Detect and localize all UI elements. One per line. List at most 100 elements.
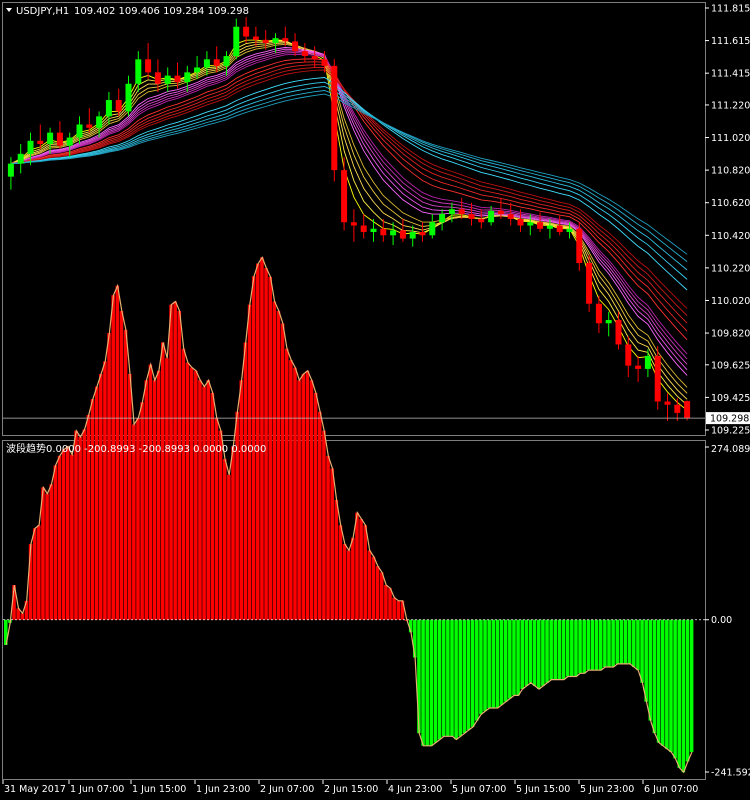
indicator-readout: 0.0000 -200.8993 -200.8993 0.0000 0.0000 xyxy=(46,444,266,455)
histogram-bar xyxy=(660,619,665,746)
histogram-bar xyxy=(379,572,384,620)
histogram-bar xyxy=(57,455,62,620)
histogram-bar xyxy=(590,619,595,671)
histogram-bar xyxy=(586,619,591,671)
time-tick-label: 2 Jun 15:00 xyxy=(324,784,378,795)
histogram-bar xyxy=(239,380,244,620)
histogram-bar xyxy=(359,518,363,620)
histogram-bar xyxy=(632,619,636,668)
time-tick-label: 6 Jun 07:00 xyxy=(644,784,698,795)
candle-body xyxy=(527,222,534,226)
histogram-bar xyxy=(462,619,467,734)
histogram-bar xyxy=(346,550,351,620)
time-tick-label: 1 Jun 23:00 xyxy=(196,784,250,795)
current-price-label: 109.298 xyxy=(710,414,749,425)
histogram-bar xyxy=(570,619,574,677)
price-tick-label: 111.615 xyxy=(711,36,750,47)
candle-body xyxy=(262,39,269,44)
histogram-bar xyxy=(503,619,508,702)
histogram-bar xyxy=(206,380,210,620)
candle-body xyxy=(37,140,44,145)
candle-body xyxy=(537,222,544,229)
candle-body xyxy=(174,75,181,83)
candle-body xyxy=(135,59,142,84)
price-tick-label: 109.225 xyxy=(711,426,750,437)
histogram-bar xyxy=(450,619,454,737)
histogram-bar xyxy=(541,619,545,686)
price-tick-label: 110.820 xyxy=(711,166,750,177)
candle-body xyxy=(556,225,563,233)
histogram-bar xyxy=(392,597,396,620)
histogram-bar xyxy=(165,358,169,620)
histogram-bar xyxy=(561,619,566,680)
histogram-bar xyxy=(495,619,500,708)
histogram-bar xyxy=(247,304,252,620)
ohlc-readout: 109.402 109.406 109.284 109.298 xyxy=(74,6,249,17)
histogram-bar xyxy=(578,619,582,674)
candle-body xyxy=(468,214,475,219)
candle-body xyxy=(419,232,426,236)
histogram-bar xyxy=(82,429,87,620)
price-tick-label: 110.020 xyxy=(711,296,750,307)
candle-body xyxy=(331,65,338,171)
histogram-bar xyxy=(152,380,157,620)
histogram-bar xyxy=(309,380,314,620)
candle-body xyxy=(370,228,377,233)
triangle-down-icon[interactable] xyxy=(6,8,12,12)
candle-body xyxy=(164,75,171,84)
histogram-bar xyxy=(103,361,107,620)
candle-body xyxy=(96,116,103,128)
price-tick-label: 111.020 xyxy=(711,133,750,144)
ma-line-18 xyxy=(10,61,688,332)
candle-body xyxy=(458,209,465,215)
histogram-bar xyxy=(388,588,392,620)
histogram-bar xyxy=(677,619,682,768)
histogram-bar xyxy=(148,364,153,620)
indicator-tick-label: -241.5926 xyxy=(711,768,750,779)
time-tick-label: 5 Jun 07:00 xyxy=(452,784,506,795)
price-tick-label: 111.415 xyxy=(711,69,750,80)
histogram-bar xyxy=(177,310,182,620)
histogram-bar xyxy=(532,619,537,686)
candle-body xyxy=(223,56,230,66)
histogram-bar xyxy=(557,619,562,680)
histogram-bar xyxy=(297,380,301,620)
histogram-bar xyxy=(446,619,450,737)
histogram-bar xyxy=(433,619,438,743)
histogram-bar xyxy=(156,370,161,620)
indicator-title: 波段趋势 xyxy=(6,442,46,455)
candle-body xyxy=(360,225,367,233)
histogram-bar xyxy=(326,455,330,620)
histogram-bar xyxy=(342,544,347,620)
time-tick-label: 5 Jun 15:00 xyxy=(516,784,570,795)
histogram-bar xyxy=(545,619,549,683)
candle-body xyxy=(17,153,24,164)
histogram-bar xyxy=(49,484,53,620)
histogram-bar xyxy=(615,619,620,664)
histogram-bar xyxy=(644,619,648,702)
histogram-bar xyxy=(169,304,173,620)
price-tick-label: 110.420 xyxy=(711,231,750,242)
histogram-bar xyxy=(32,528,37,620)
histogram-bar xyxy=(673,619,677,759)
histogram-bar xyxy=(355,512,359,620)
price-tick-label: 111.220 xyxy=(711,100,750,111)
candle-body xyxy=(497,210,504,215)
candle-body xyxy=(105,100,112,117)
candle-body xyxy=(56,132,63,146)
histogram-bar xyxy=(689,619,694,753)
histogram-bar xyxy=(280,323,285,620)
histogram-bar xyxy=(441,619,446,737)
candle-body xyxy=(76,124,83,138)
histogram-bar xyxy=(636,619,640,671)
candle-body xyxy=(292,41,299,52)
histogram-bar xyxy=(648,619,653,721)
histogram-bar xyxy=(111,295,115,620)
candle-body xyxy=(399,230,406,239)
histogram-bar xyxy=(627,619,632,664)
time-tick-label: 31 May 2017 xyxy=(4,784,66,795)
candle-body xyxy=(115,100,122,112)
candle-body xyxy=(448,209,455,215)
candle-body xyxy=(66,137,73,146)
histogram-bar xyxy=(611,619,615,668)
